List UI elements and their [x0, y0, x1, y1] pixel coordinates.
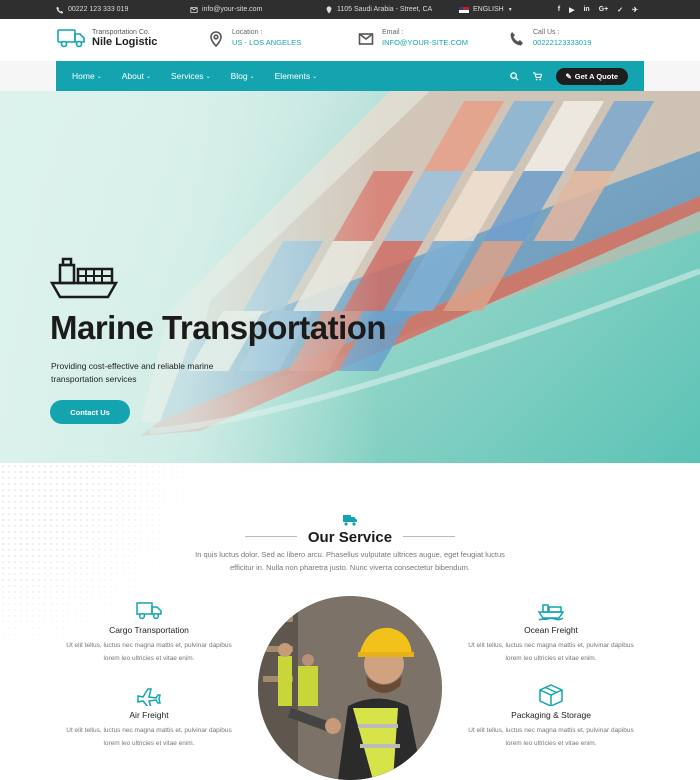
- us-flag-icon: [459, 6, 469, 13]
- logo-title: Nile Logistic: [92, 35, 158, 48]
- cart-icon[interactable]: [532, 71, 542, 81]
- topbar-phone-text: 00222 123 333 019: [68, 6, 129, 13]
- nav-item-label: Blog: [230, 71, 248, 81]
- logo[interactable]: Transportation Co. Nile Logistic: [56, 27, 157, 49]
- title-divider-right: [403, 536, 455, 537]
- service-card-ocean[interactable]: Ocean Freight Ut elit tellus, luctus nec…: [466, 599, 636, 665]
- chevron-down-icon: ⌄: [205, 73, 211, 80]
- worker-photo: [258, 596, 442, 780]
- chevron-down-icon: ▼: [507, 6, 513, 13]
- youtube-icon[interactable]: ▶: [569, 6, 574, 14]
- map-pin-icon: [326, 5, 332, 14]
- nav-item-label: About: [121, 71, 144, 81]
- nav-item-elements[interactable]: Elements ⌄: [275, 71, 317, 81]
- chevron-down-icon: ⌄: [145, 73, 151, 80]
- chevron-down-icon: ⌄: [96, 73, 102, 80]
- email-value[interactable]: INFO@YOUR-SITE.COM: [382, 38, 468, 47]
- language-label: ENGLISH: [473, 6, 504, 13]
- location-value: US - LOS ANGELES: [232, 38, 302, 47]
- service-card-title: Cargo Transportation: [109, 625, 189, 635]
- nav-wrapper: Home ⌄ About ⌄ Services ⌄ Blog ⌄ Elements ⌄ ✎…: [0, 61, 700, 91]
- edit-icon: ✎: [565, 71, 572, 81]
- truck-icon: [136, 602, 162, 620]
- hero-description: Providing cost-effective and reliable ma…: [51, 361, 214, 384]
- nav-item-label: Home: [72, 71, 95, 81]
- phone-icon: [56, 6, 64, 14]
- service-card-text: Ut elit tellus, luctus nec magna mattis …: [468, 727, 634, 747]
- google-plus-icon[interactable]: G+: [599, 6, 609, 13]
- nav-actions: ✎ Get A Quote: [509, 61, 628, 91]
- topbar-phone[interactable]: 00222 123 333 019: [56, 0, 128, 19]
- mail-icon: [190, 6, 198, 13]
- title-divider-left: [245, 536, 297, 537]
- service-card-title: Air Freight: [129, 710, 169, 720]
- nav-item-services[interactable]: Services ⌄: [171, 71, 211, 81]
- ship-icon: [537, 604, 565, 621]
- twitter-bird-icon[interactable]: ✈: [632, 6, 638, 14]
- location-label: Location :: [232, 29, 263, 36]
- nav-item-label: Services: [170, 71, 204, 81]
- service-card-text: Ut elit tellus, luctus nec magna mattis …: [468, 642, 634, 662]
- header-email: Email : INFO@YOUR-SITE.COM: [358, 29, 468, 47]
- call-label: Call Us :: [533, 29, 560, 36]
- envelope-icon: [358, 33, 374, 45]
- service-card-text: Ut elit tellus, luctus nec magna mattis …: [66, 727, 232, 747]
- header: Transportation Co. Nile Logistic Locatio…: [0, 19, 700, 61]
- contact-us-button[interactable]: Contact Us: [50, 400, 130, 424]
- service-card-air[interactable]: Air Freight Ut elit tellus, luctus nec m…: [64, 684, 234, 750]
- hero-title: Marine Transportation: [50, 309, 387, 346]
- chevron-down-icon: ⌄: [312, 73, 318, 80]
- search-icon[interactable]: [509, 71, 519, 81]
- nav-item-blog[interactable]: Blog ⌄: [231, 71, 255, 81]
- top-bar: 00222 123 333 019 info@your-site.com 110…: [0, 0, 700, 19]
- header-call: Call Us : 00222123333019: [509, 29, 591, 47]
- nav-item-about[interactable]: About ⌄: [122, 71, 151, 81]
- chevron-down-icon: ⌄: [249, 73, 255, 80]
- nav-item-home[interactable]: Home ⌄: [72, 71, 102, 81]
- services-section: Our Service In quis luctus dolor. Sed ac…: [0, 463, 700, 780]
- box-icon: [539, 684, 563, 706]
- topbar-address-text: 1105 Saudi Arabia - Street, CA: [337, 6, 433, 13]
- facebook-icon[interactable]: f: [558, 6, 560, 13]
- phone-handset-icon: [510, 32, 523, 46]
- truck-logo-icon: [57, 29, 85, 48]
- ship-icon: [50, 257, 119, 299]
- service-card-text: Ut elit tellus, luctus nec magna mattis …: [66, 642, 232, 662]
- get-a-quote-button[interactable]: ✎ Get A Quote: [555, 67, 628, 85]
- service-card-title: Ocean Freight: [524, 625, 578, 635]
- header-location: Location : US - LOS ANGELES: [208, 29, 301, 47]
- language-selector[interactable]: ENGLISH ▼: [459, 0, 513, 19]
- truck-icon: [343, 515, 357, 526]
- service-card-title: Packaging & Storage: [511, 710, 591, 720]
- email-label: Email :: [382, 29, 404, 36]
- airplane-icon: [137, 688, 161, 706]
- hero-banner: Marine Transportation Providing cost-eff…: [0, 91, 700, 463]
- services-heading: Our Service: [0, 514, 700, 547]
- main-nav: Home ⌄ About ⌄ Services ⌄ Blog ⌄ Elements ⌄ ✎…: [56, 61, 644, 91]
- services-description: In quis luctus dolor. Sed ac libero arcu…: [195, 550, 505, 572]
- service-card-cargo[interactable]: Cargo Transportation Ut elit tellus, luc…: [64, 599, 234, 665]
- logo-subtitle: Transportation Co.: [92, 28, 150, 36]
- topbar-address: 1105 Saudi Arabia - Street, CA: [325, 0, 432, 19]
- linkedin-icon[interactable]: in: [583, 6, 589, 13]
- topbar-email-text: info@your-site.com: [202, 6, 263, 13]
- location-pin-icon: [210, 31, 222, 47]
- warehouse-worker-image: [258, 596, 442, 780]
- nav-item-label: Elements: [274, 71, 311, 81]
- get-a-quote-label: Get A Quote: [574, 71, 618, 81]
- call-value[interactable]: 00222123333019: [533, 38, 591, 47]
- social-links: f ▶ in G+ ✓ ✈: [558, 0, 638, 19]
- service-card-packaging[interactable]: Packaging & Storage Ut elit tellus, luct…: [466, 684, 636, 750]
- twitter-icon[interactable]: ✓: [617, 6, 623, 14]
- topbar-email[interactable]: info@your-site.com: [190, 0, 262, 19]
- services-title: Our Service: [307, 529, 393, 546]
